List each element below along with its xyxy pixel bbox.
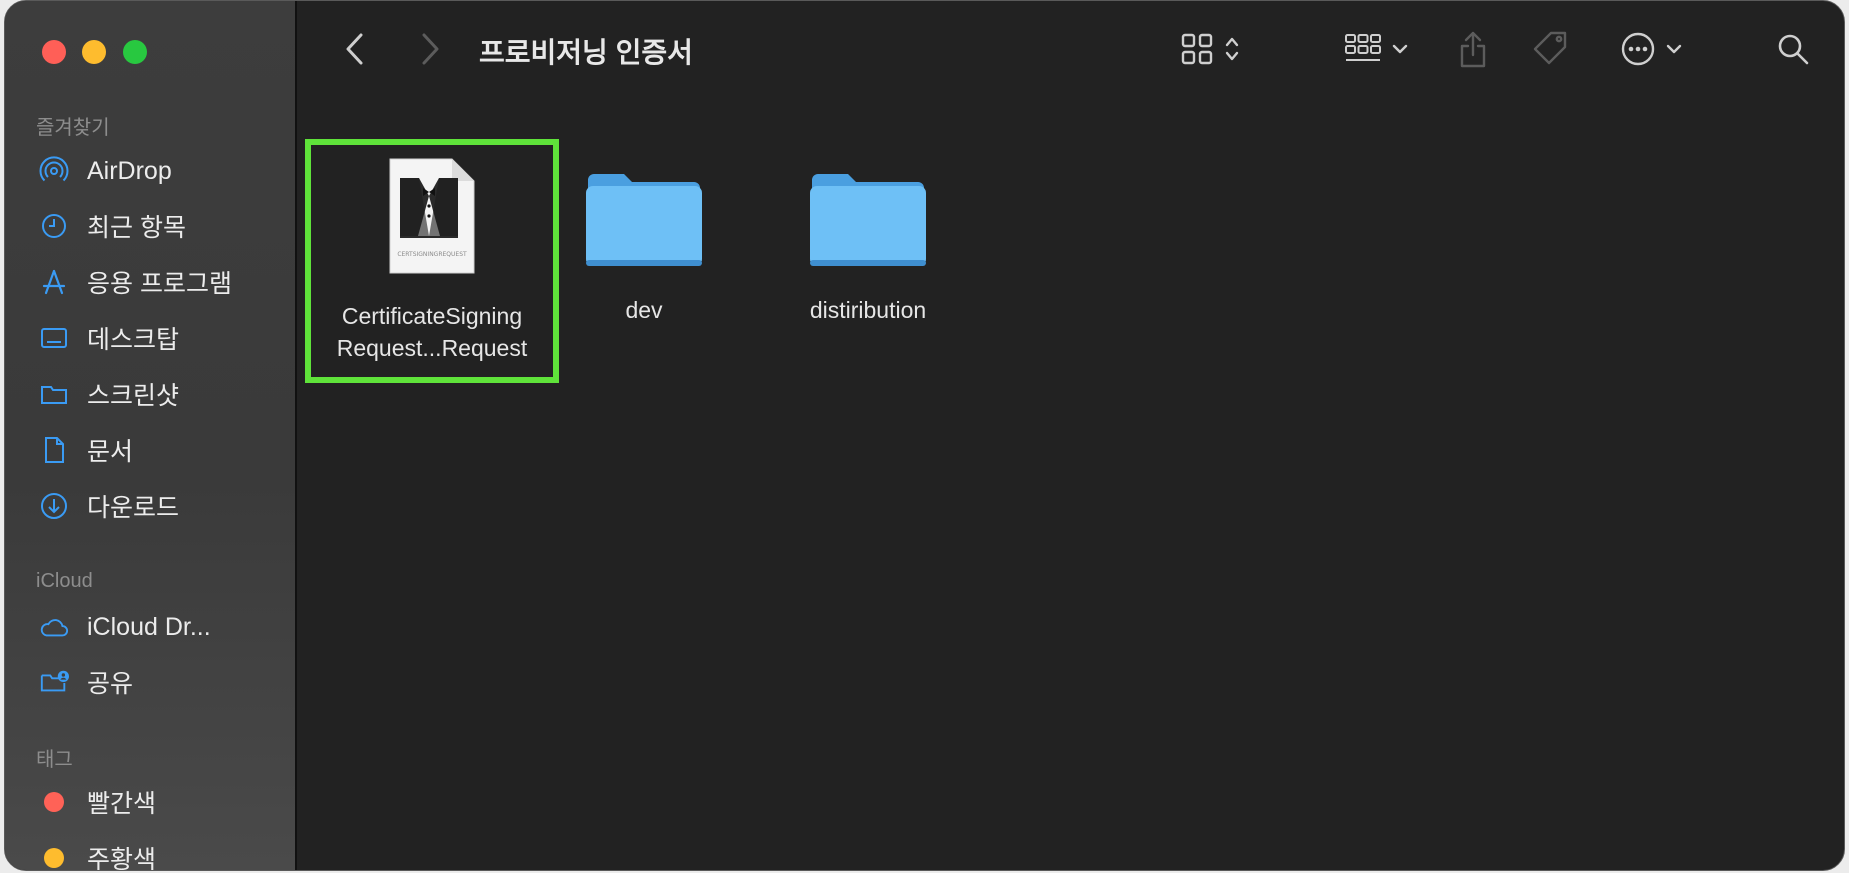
sidebar-item-label: iCloud Dr...	[87, 612, 211, 641]
search-icon	[1776, 32, 1810, 71]
back-button[interactable]	[340, 31, 370, 71]
applications-icon	[39, 267, 69, 297]
more-actions-button[interactable]	[1615, 29, 1687, 73]
sidebar-item-label: 데스크탑	[87, 326, 180, 354]
sidebar-item-label: 스크린샷	[87, 382, 180, 410]
icloud-section-title: iCloud	[36, 570, 93, 592]
chevron-right-icon	[420, 32, 440, 71]
tag-button[interactable]	[1530, 29, 1572, 73]
tags-section-title: 태그	[36, 749, 73, 771]
sidebar-item-screenshots[interactable]: 스크린샷	[39, 374, 289, 414]
sidebar-item-label: 최근 항목	[87, 214, 186, 242]
sidebar-item-tag-orange[interactable]: 주황색	[39, 838, 289, 871]
sidebar-item-tag-red[interactable]: 빨간색	[39, 782, 289, 822]
folder-icon	[39, 379, 69, 409]
finder-window: 즐겨찾기 AirDrop 최근 항목 응용 프로그램 데스크탑 스크린샷 문서 …	[4, 0, 1845, 871]
shared-folder-icon	[39, 667, 69, 697]
folder-name: distiribution	[809, 297, 927, 323]
group-by-button[interactable]	[1340, 31, 1412, 71]
tag-color-dot-icon	[39, 787, 69, 817]
sidebar-item-shared[interactable]: 공유	[39, 662, 289, 702]
sidebar-item-icloud-drive[interactable]: iCloud Dr...	[39, 607, 289, 647]
chevron-down-icon	[1392, 42, 1408, 60]
icon-grid-icon	[1180, 32, 1214, 71]
zoom-window-button[interactable]	[123, 40, 147, 64]
sidebar-item-label: 응용 프로그램	[87, 270, 232, 298]
tag-icon	[1531, 29, 1571, 74]
certsigningrequest-file-icon: CERTSIGNINGREQUEST	[387, 156, 477, 281]
sidebar-item-documents[interactable]: 문서	[39, 430, 289, 470]
share-button[interactable]	[1455, 29, 1491, 73]
sidebar-item-recents[interactable]: 최근 항목	[39, 206, 289, 246]
folder-icon	[808, 166, 928, 273]
file-name-line2: Request...Request	[336, 335, 528, 361]
folder-item-dev[interactable]: dev	[580, 166, 708, 326]
chevron-down-icon	[1666, 42, 1682, 60]
window-title: 프로비저닝 인증서	[479, 37, 693, 68]
minimize-window-button[interactable]	[82, 40, 106, 64]
airdrop-icon	[39, 156, 69, 186]
folder-name: dev	[625, 297, 663, 323]
sidebar-item-label: AirDrop	[87, 156, 172, 185]
download-icon	[39, 491, 69, 521]
sidebar-item-applications[interactable]: 응용 프로그램	[39, 262, 289, 302]
desktop-icon	[39, 323, 69, 353]
view-mode-button[interactable]	[1175, 31, 1245, 71]
favorites-section-title: 즐겨찾기	[36, 117, 110, 139]
sidebar-item-label: 빨간색	[87, 790, 157, 818]
clock-icon	[39, 211, 69, 241]
folder-item-distiribution[interactable]: distiribution	[783, 166, 953, 326]
sidebar-item-desktop[interactable]: 데스크탑	[39, 318, 289, 358]
up-down-chevron-icon	[1224, 34, 1240, 69]
ellipsis-circle-icon	[1620, 31, 1656, 72]
file-item-certificate-signing-request[interactable]: CERTSIGNINGREQUEST CertificateSigning Re…	[311, 156, 553, 364]
cloud-icon	[39, 612, 69, 642]
sidebar-item-downloads[interactable]: 다운로드	[39, 486, 289, 526]
file-name-line1: CertificateSigning	[341, 303, 523, 329]
sidebar-item-label: 문서	[87, 438, 134, 466]
folder-icon	[584, 166, 704, 273]
sidebar: 즐겨찾기 AirDrop 최근 항목 응용 프로그램 데스크탑 스크린샷 문서 …	[5, 1, 297, 870]
share-icon	[1457, 29, 1489, 74]
tag-color-dot-icon	[39, 843, 69, 870]
chevron-left-icon	[345, 32, 365, 71]
sidebar-item-label: 주황색	[87, 846, 157, 871]
group-grid-icon	[1344, 32, 1382, 71]
close-window-button[interactable]	[42, 40, 66, 64]
sidebar-item-label: 다운로드	[87, 494, 180, 522]
file-icon-type-label: CERTSIGNINGREQUEST	[397, 251, 467, 258]
document-icon	[39, 435, 69, 465]
search-button[interactable]	[1773, 31, 1813, 71]
sidebar-item-airdrop[interactable]: AirDrop	[39, 151, 289, 191]
sidebar-item-label: 공유	[87, 670, 134, 698]
forward-button[interactable]	[415, 31, 445, 71]
